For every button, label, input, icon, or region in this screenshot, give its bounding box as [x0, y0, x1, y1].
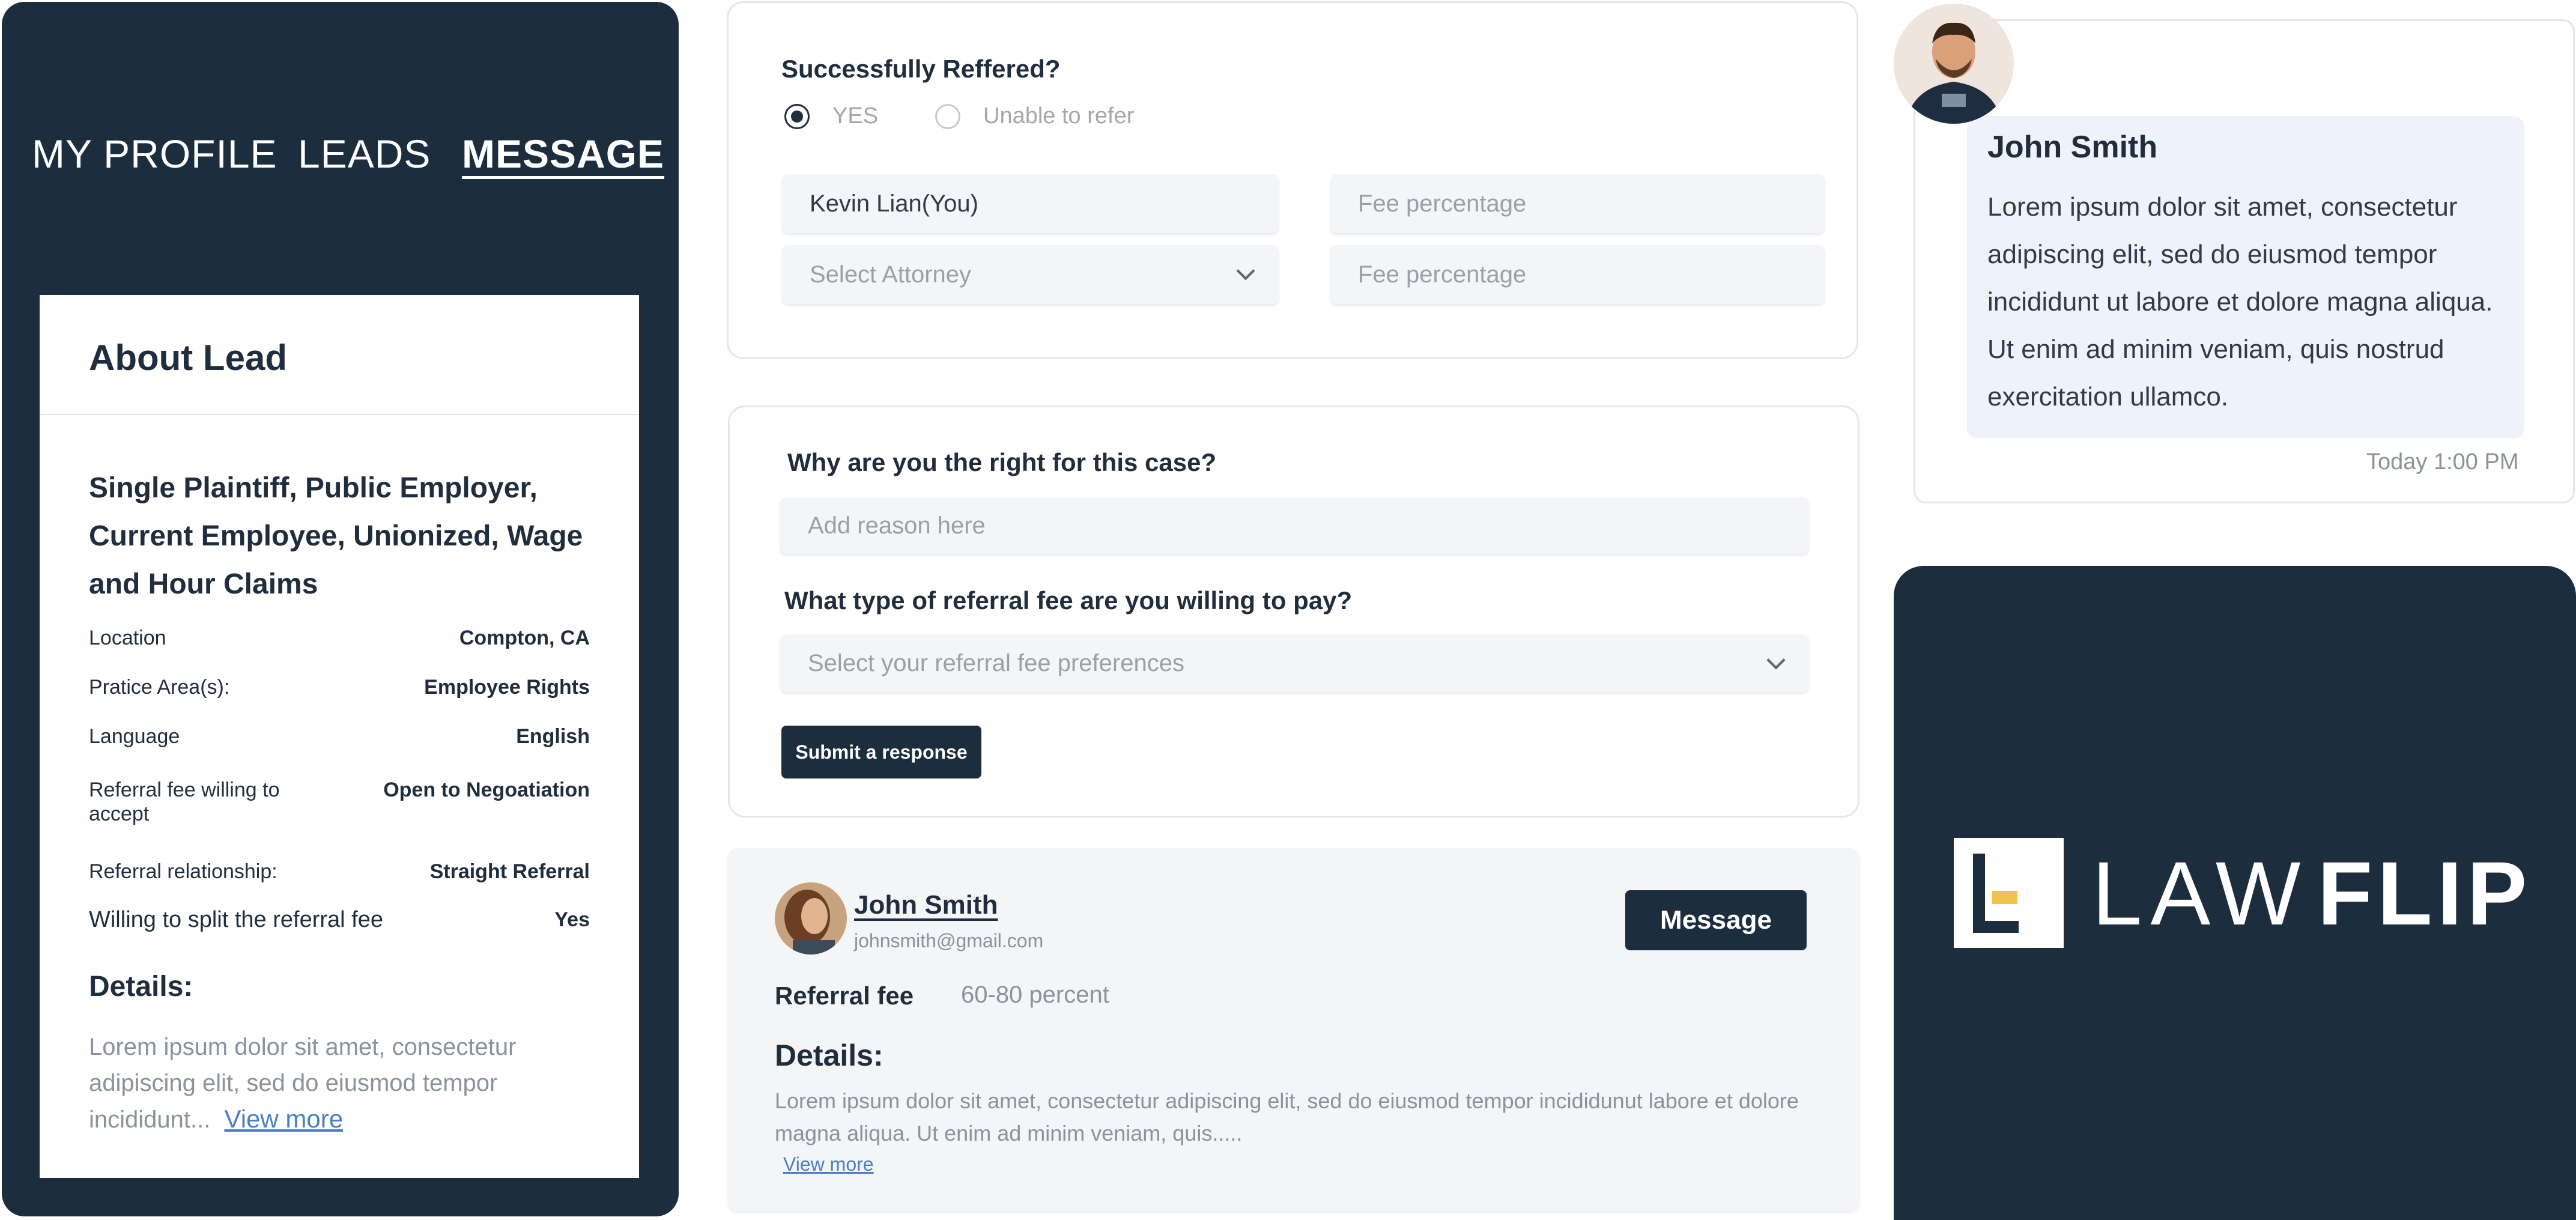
attorney-name-field[interactable]: Kevin Lian(You): [782, 174, 1279, 233]
avatar-john-smith-icon: [775, 882, 847, 954]
tab-message[interactable]: MESSAGE: [462, 131, 664, 177]
radio-unchecked-icon: [935, 103, 960, 129]
attorney-details-text: Lorem ipsum dolor sit amet, consectetur …: [775, 1088, 1799, 1146]
chevron-down-icon: [1236, 261, 1255, 281]
chat-bubble: John Smith Lorem ipsum dolor sit amet, c…: [1967, 116, 2524, 439]
referred-question: Successfully Reffered?: [781, 55, 1061, 83]
details-heading: Details:: [89, 971, 193, 1003]
tab-leads[interactable]: LEADS: [298, 131, 431, 177]
divider: [40, 414, 639, 415]
info-value: English: [516, 725, 590, 748]
message-button[interactable]: Message: [1625, 890, 1807, 950]
radio-yes[interactable]: YES: [784, 103, 878, 129]
referral-fee-label: Referral fee: [775, 982, 914, 1010]
avatar-chat-sender-icon: [1894, 4, 2014, 124]
info-value: Employee Rights: [424, 676, 590, 699]
info-label: Pratice Area(s):: [89, 676, 230, 699]
info-label: Language: [89, 725, 180, 748]
logo-mark-base: [1973, 921, 2019, 933]
info-label: Referral fee willing to accept: [89, 778, 280, 825]
attorney-view-more-link[interactable]: View more: [783, 1153, 874, 1176]
radio-label: Unable to refer: [983, 103, 1135, 129]
fee-percentage-field-1[interactable]: Fee percentage: [1330, 174, 1825, 233]
referral-fee-dropdown[interactable]: Select your referral fee preferences: [780, 634, 1809, 692]
radio-unable-to-refer[interactable]: Unable to refer: [935, 103, 1134, 129]
info-value: Yes: [554, 908, 590, 931]
select-attorney-placeholder: Select Attorney: [810, 261, 972, 288]
logo-mark-accent: [1992, 891, 2017, 904]
response-card: Why are you the right for this case? Add…: [728, 405, 1859, 818]
lead-type-heading: Single Plaintiff, Public Employer, Curre…: [89, 472, 583, 600]
info-value: Compton, CA: [459, 627, 590, 649]
avatar: [775, 882, 847, 954]
radio-label: YES: [832, 103, 879, 129]
about-lead-card: About Lead Single Plaintiff, Public Empl…: [40, 295, 639, 1178]
info-label: Referral relationship:: [89, 860, 277, 883]
attorney-details-heading: Details:: [775, 1039, 883, 1072]
chat-message-text: Lorem ipsum dolor sit amet, consectetur …: [1987, 192, 2493, 411]
chevron-down-icon: [1766, 651, 1786, 670]
referral-fee-value: 60-80 percent: [961, 982, 1109, 1008]
info-label: Location: [89, 627, 166, 649]
wordmark-law: LAW: [2092, 843, 2309, 944]
fee-percentage-field-2[interactable]: Fee percentage: [1330, 245, 1825, 304]
wordmark-flip: FLIP: [2317, 843, 2532, 944]
tab-my-profile[interactable]: MY PROFILE: [32, 131, 277, 177]
chat-timestamp: Today 1:00 PM: [2366, 449, 2519, 475]
info-value: Open to Negoatiation: [383, 778, 590, 801]
view-more-link[interactable]: View more: [224, 1105, 343, 1133]
referral-fee-placeholder: Select your referral fee preferences: [808, 649, 1184, 676]
info-value: Straight Referral: [429, 860, 590, 883]
referral-fee-question: What type of referral fee are you willin…: [784, 586, 1353, 615]
lawflip-logo-panel: LAWFLIP: [1894, 566, 2576, 1220]
details-text: Lorem ipsum dolor sit amet, consectetur …: [89, 1029, 599, 1138]
select-attorney-dropdown[interactable]: Select Attorney: [782, 245, 1279, 304]
attorney-email: johnsmith@gmail.com: [854, 930, 1044, 951]
info-label: Willing to split the referral fee: [89, 907, 383, 932]
right-for-case-question: Why are you the right for this case?: [787, 448, 1217, 476]
submit-response-button[interactable]: Submit a response: [781, 726, 981, 778]
lawflip-logo-mark: [1954, 838, 2064, 948]
attorney-name-link[interactable]: John Smith: [854, 890, 998, 920]
attorney-card: John Smith johnsmith@gmail.com Message R…: [728, 848, 1859, 1211]
chat-sender-name: John Smith: [1987, 130, 2158, 165]
avatar: [1894, 4, 2014, 124]
referral-status-card: Successfully Reffered? YES Unable to ref…: [727, 1, 1858, 359]
radio-checked-icon: [784, 103, 810, 129]
reason-input[interactable]: Add reason here: [780, 497, 1809, 554]
about-lead-title: About Lead: [89, 338, 287, 378]
lawflip-wordmark: LAWFLIP: [2092, 848, 2532, 938]
